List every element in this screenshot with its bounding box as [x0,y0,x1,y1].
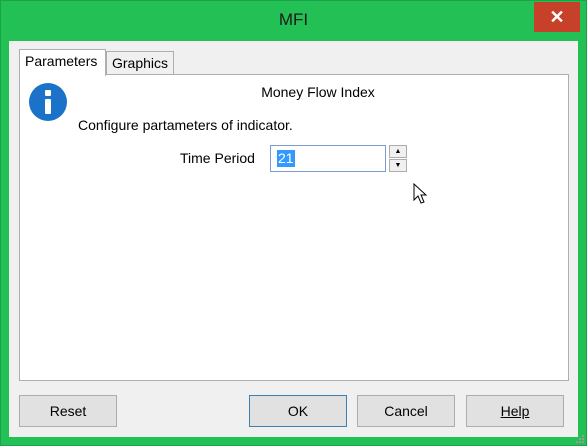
spin-down-button[interactable]: ▼ [389,159,407,172]
chevron-up-icon: ▲ [394,148,402,155]
time-period-value: 21 [277,150,295,167]
parameters-panel: Money Flow Index Configure partameters o… [19,74,569,381]
mouse-cursor-icon [413,183,427,204]
reset-button[interactable]: Reset [19,395,117,427]
help-button-label: Help [500,403,530,419]
tab-graphics[interactable]: Graphics [106,51,174,74]
title-bar[interactable]: MFI ✕ [1,1,586,41]
tab-parameters[interactable]: Parameters [19,49,106,76]
spin-up-button[interactable]: ▲ [389,145,407,158]
resize-grip-icon[interactable] [575,434,585,444]
time-period-spinner[interactable]: ▲ ▼ [389,145,407,172]
ok-button[interactable]: OK [249,395,347,427]
close-button[interactable]: ✕ [534,2,580,32]
close-icon: ✕ [549,7,565,27]
indicator-title: Money Flow Index [261,84,375,100]
chevron-down-icon: ▼ [394,162,402,169]
dialog-window: MFI ✕ Parameters Graphics Money Flow Ind… [0,0,587,446]
time-period-label: Time Period [180,150,255,166]
help-button[interactable]: Help [466,395,564,427]
window-title: MFI [278,10,309,29]
cancel-button[interactable]: Cancel [357,395,455,427]
panel-description: Configure partameters of indicator. [78,117,293,133]
dialog-client-area: Parameters Graphics Money Flow Index Con… [9,41,578,437]
time-period-input[interactable]: 21 [270,145,386,172]
